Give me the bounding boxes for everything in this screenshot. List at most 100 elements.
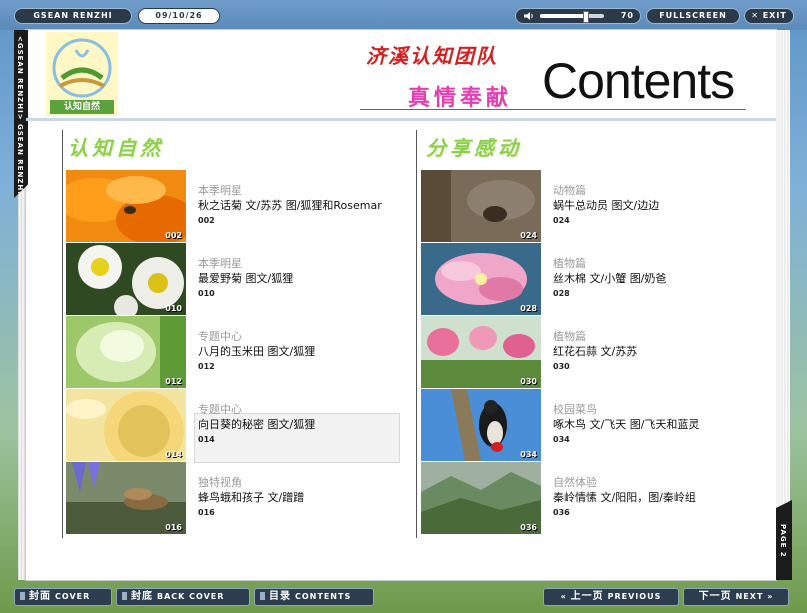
entry-page: 010 (198, 289, 215, 298)
thumbnail-pink-flower[interactable]: 028 (421, 243, 541, 315)
contents-button[interactable]: 目录 CONTENTS (254, 588, 374, 606)
team-name: 济溪认知团队 (366, 44, 498, 68)
bottom-bar: 封面 COVER 封底 BACK COVER 目录 CONTENTS « 上一页 PRE… (0, 583, 807, 613)
contents-label-zh: 目录 (269, 591, 291, 602)
toc-entry[interactable]: 016 独特视角 蜂鸟蛾和孩子 文/蹭蹭 016 (66, 462, 402, 534)
page-indicator-label: PAGE 2 (779, 524, 787, 558)
right-column-rule (416, 130, 417, 538)
entry-category: 专题中心 (198, 330, 242, 343)
toc-entry[interactable]: 024 动物篇 蜗牛总动员 图文/边边 024 (421, 170, 757, 242)
entry-page: 002 (198, 216, 215, 225)
fullscreen-button[interactable]: FULLSCREEN (646, 8, 740, 24)
entry-title[interactable]: 最爱野菊 图文/狐狸 (198, 270, 293, 286)
entry-category: 自然体验 (553, 476, 597, 489)
side-tab[interactable]: <GSEAN RENZHI> GSEAN RENZHI (14, 30, 28, 198)
next-page-button[interactable]: 下一页 NEXT » (683, 588, 789, 606)
entry-title[interactable]: 丝木棉 文/小蟹 图/奶爸 (553, 270, 666, 286)
entry-page: 030 (553, 362, 570, 371)
entry-category: 独特视角 (198, 476, 242, 489)
double-chevron-right-icon: » (767, 592, 774, 601)
thumbnail-corn-silk[interactable]: 012 (66, 316, 186, 388)
side-tab-label: <GSEAN RENZHI> GSEAN RENZHI (16, 36, 24, 195)
entry-category: 动物篇 (553, 184, 586, 197)
thumbnail-hawk-moth[interactable]: 016 (66, 462, 186, 534)
exit-button[interactable]: ✕ EXIT (744, 8, 794, 24)
entry-page: 034 (553, 435, 570, 444)
toc-entry[interactable]: 030 植物篇 红花石蒜 文/苏苏 030 (421, 316, 757, 388)
entry-category: 本季明星 (198, 257, 242, 270)
cover-button[interactable]: 封面 COVER (14, 588, 112, 606)
thumbnail-sunflower[interactable]: 014 (66, 389, 186, 461)
entry-page: 036 (553, 508, 570, 517)
entry-title[interactable]: 秋之话菊 文/苏苏 图/狐狸和Rosemar (198, 197, 382, 213)
previous-page-button[interactable]: « 上一页 PREVIOUS (543, 588, 679, 606)
entry-category: 植物篇 (553, 330, 586, 343)
exit-label: EXIT (762, 11, 787, 20)
toc-entry[interactable]: 034 校园菜鸟 啄木鸟 文/飞天 图/飞天和蓝灵 034 (421, 389, 757, 461)
entry-page: 012 (198, 362, 215, 371)
thumbnail-snail[interactable]: 024 (421, 170, 541, 242)
entry-title[interactable]: 秦岭情愫 文/阳阳，图/秦岭组 (553, 489, 696, 505)
bullet-icon (20, 592, 25, 600)
entry-title[interactable]: 红花石蒜 文/苏苏 (553, 343, 637, 359)
thumbnail-woodpecker[interactable]: 034 (421, 389, 541, 461)
back-cover-label-en: BACK COVER (157, 592, 225, 601)
thumbnail-page-number: 036 (520, 523, 537, 532)
motto: 真情奉献 (408, 85, 513, 111)
bullet-icon (260, 592, 265, 600)
entry-page: 014 (198, 435, 215, 444)
toc-entry[interactable]: 012 专题中心 八月的玉米田 图文/狐狸 012 (66, 316, 402, 388)
previous-label-zh: 上一页 (570, 591, 604, 602)
previous-label-en: PREVIOUS (607, 592, 662, 601)
volume-fill (540, 14, 585, 18)
app-title: GSEAN RENZHI (14, 8, 132, 24)
thumbnail-white-daisies[interactable]: 010 (66, 243, 186, 315)
entry-title[interactable]: 向日葵的秘密 图文/狐狸 (198, 416, 315, 432)
contents-label-en: CONTENTS (295, 592, 352, 601)
page-indicator: PAGE 2 (776, 500, 792, 580)
thumbnail-page-number: 030 (520, 377, 537, 386)
thumbnail-mountains[interactable]: 036 (421, 462, 541, 534)
entry-category: 植物篇 (553, 257, 586, 270)
entry-title[interactable]: 啄木鸟 文/飞天 图/飞天和蓝灵 (553, 416, 699, 432)
double-chevron-left-icon: « (560, 592, 567, 601)
volume-knob[interactable] (582, 11, 589, 23)
magazine-logo: 认知自然 (46, 32, 118, 116)
close-icon: ✕ (751, 11, 759, 20)
next-label-en: NEXT (735, 592, 764, 601)
thumbnail-spider-lily[interactable]: 030 (421, 316, 541, 388)
thumbnail-page-number: 024 (520, 231, 537, 240)
entry-title[interactable]: 八月的玉米田 图文/狐狸 (198, 343, 315, 359)
toc-entry[interactable]: 002 本季明星 秋之话菊 文/苏苏 图/狐狸和Rosemar 002 (66, 170, 402, 242)
entry-category: 专题中心 (198, 403, 242, 416)
toc-entry[interactable]: 036 自然体验 秦岭情愫 文/阳阳，图/秦岭组 036 (421, 462, 757, 534)
issue-date: 09/10/26 (138, 8, 220, 24)
bullet-icon (122, 592, 127, 600)
volume-value: 70 (620, 11, 634, 20)
logo-text: 认知自然 (50, 100, 114, 114)
thumbnail-page-number: 014 (165, 450, 182, 459)
title-divider (360, 109, 746, 110)
thumbnail-page-number: 002 (165, 231, 182, 240)
speaker-icon[interactable] (524, 12, 534, 20)
toc-entry[interactable]: 010 本季明星 最爱野菊 图文/狐狸 010 (66, 243, 402, 315)
cover-label-zh: 封面 (29, 591, 51, 602)
header-band (26, 118, 776, 121)
toc-entry-highlighted[interactable]: 014 专题中心 向日葵的秘密 图文/狐狸 014 (66, 389, 402, 463)
top-bar: GSEAN RENZHI 09/10/26 70 FULLSCREEN ✕ EX… (0, 0, 807, 30)
entry-page: 028 (553, 289, 570, 298)
thumbnail-page-number: 016 (165, 523, 182, 532)
thumbnail-orange-flower[interactable]: 002 (66, 170, 186, 242)
toc-entry[interactable]: 028 植物篇 丝木棉 文/小蟹 图/奶爸 028 (421, 243, 757, 315)
thumbnail-page-number: 034 (520, 450, 537, 459)
cover-label-en: COVER (55, 592, 91, 601)
entry-page: 016 (198, 508, 215, 517)
volume-control[interactable]: 70 (515, 8, 641, 24)
entry-title[interactable]: 蜂鸟蛾和孩子 文/蹭蹭 (198, 489, 304, 505)
page-title: Contents (542, 53, 735, 109)
back-cover-button[interactable]: 封底 BACK COVER (116, 588, 250, 606)
entry-page: 024 (553, 216, 570, 225)
right-section-title: 分享感动 (426, 136, 522, 160)
entry-title[interactable]: 蜗牛总动员 图文/边边 (553, 197, 659, 213)
volume-slider[interactable] (540, 11, 604, 23)
